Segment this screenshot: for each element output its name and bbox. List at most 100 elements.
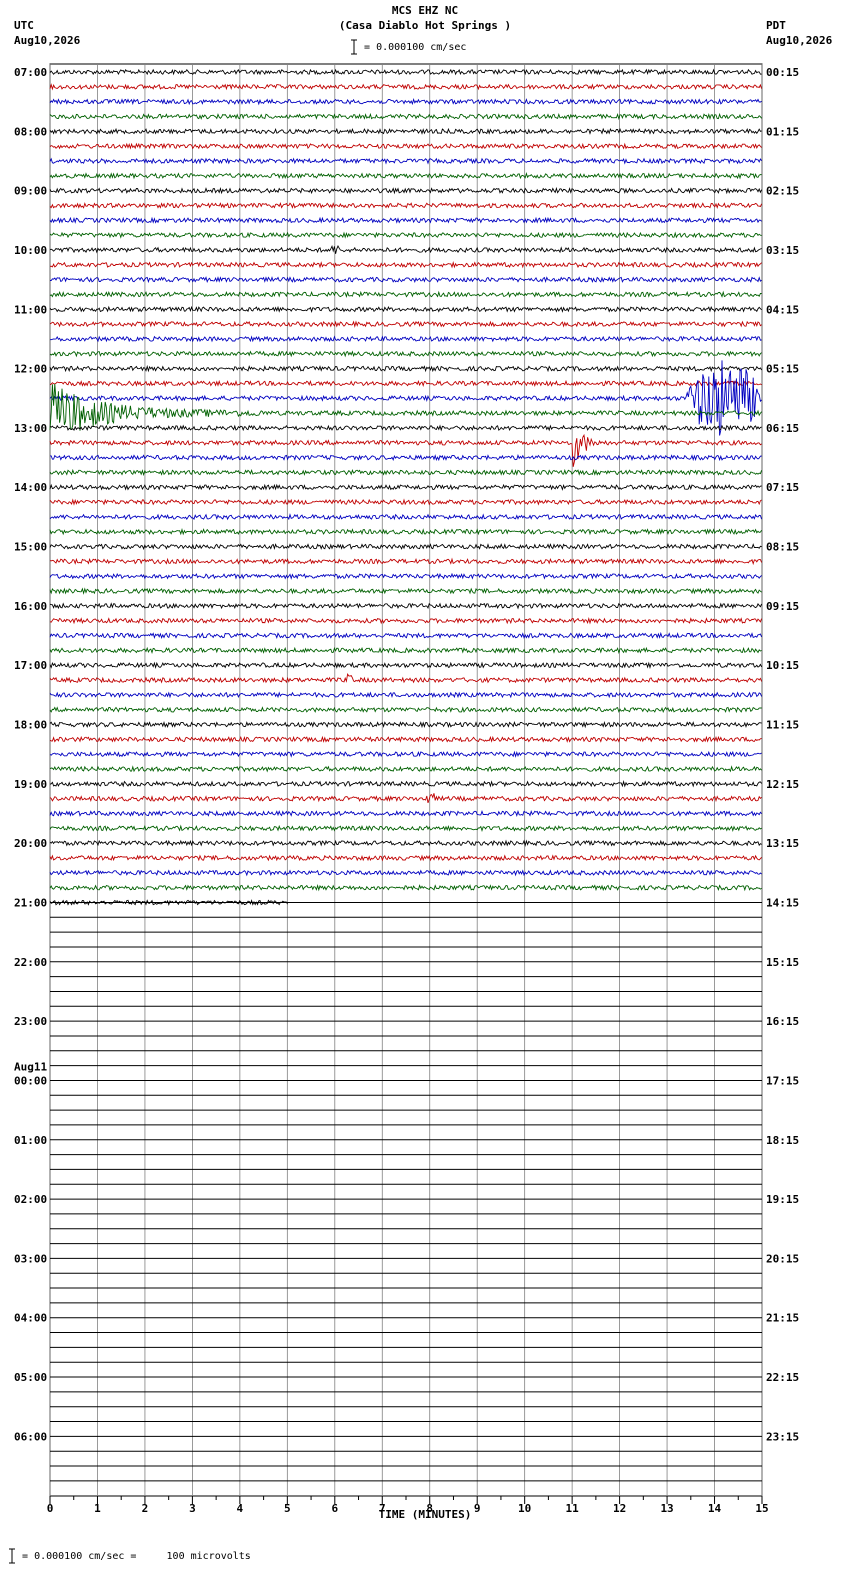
seismic-trace — [49, 68, 762, 76]
utc-hour-label: 15:00 — [14, 541, 47, 554]
seismic-trace — [49, 616, 763, 625]
utc-hour-label: 03:00 — [14, 1252, 47, 1265]
pdt-hour-label: 09:15 — [766, 600, 799, 613]
pdt-hour-label: 10:15 — [766, 659, 799, 672]
trace-lines — [49, 68, 763, 907]
station-title: MCS EHZ NC — [391, 4, 459, 17]
seismic-trace — [49, 513, 763, 521]
left-timezone: UTC — [14, 19, 34, 32]
utc-hour-label: 11:00 — [14, 303, 47, 316]
pdt-hour-label: 05:15 — [766, 363, 799, 376]
pdt-hour-label: 21:15 — [766, 1312, 799, 1325]
pdt-hour-label: 03:15 — [766, 244, 799, 257]
seismic-trace — [49, 631, 763, 640]
seismic-trace — [49, 543, 762, 550]
utc-hour-label: 22:00 — [14, 956, 47, 969]
seismic-trace — [49, 646, 762, 655]
seismic-trace — [49, 261, 762, 269]
utc-hour-label: 02:00 — [14, 1193, 47, 1206]
seismic-trace — [49, 379, 762, 388]
scale-note-text: = 0.000100 cm/sec — [364, 42, 467, 53]
pdt-hour-label: 23:15 — [766, 1430, 799, 1443]
pdt-hour-label: 01:15 — [766, 125, 799, 138]
seismic-trace — [49, 587, 762, 595]
utc-hour-label: 17:00 — [14, 659, 47, 672]
seismic-trace — [49, 142, 762, 150]
time-labels: 07:00 00:15 08:00 01:15 09:00 02:15 10:00 03:15… — [14, 66, 799, 1443]
pdt-hour-label: 02:15 — [766, 185, 799, 198]
seismic-trace — [49, 350, 762, 358]
pdt-hour-label: 14:15 — [766, 896, 799, 909]
seismic-trace — [49, 424, 762, 432]
pdt-hour-label: 00:15 — [766, 66, 799, 79]
seismic-trace — [50, 335, 762, 343]
seismic-trace — [49, 157, 762, 165]
utc-hour-label: 14:00 — [14, 481, 47, 494]
pdt-hour-label: 19:15 — [766, 1193, 799, 1206]
utc-hour-label: 05:00 — [14, 1371, 47, 1384]
seismic-trace — [49, 869, 762, 877]
seismic-trace — [49, 765, 762, 773]
footer-scale: = 0.000100 cm/sec = 100 microvolts — [4, 1548, 251, 1564]
utc-hour-label: 23:00 — [14, 1015, 47, 1028]
pdt-hour-label: 04:15 — [766, 303, 799, 316]
seismic-trace — [49, 112, 762, 121]
utc-hour-label: 06:00 — [14, 1430, 47, 1443]
seismic-trace — [49, 98, 762, 106]
seismic-trace — [49, 557, 763, 566]
seismic-trace — [49, 809, 762, 817]
utc-hour-label: 07:00 — [14, 66, 47, 79]
right-date: Aug10,2026 — [766, 34, 833, 47]
utc-hour-label: 10:00 — [14, 244, 47, 257]
seismic-trace — [49, 527, 762, 536]
utc-hour-label: 09:00 — [14, 185, 47, 198]
seismic-trace — [49, 735, 762, 743]
seismic-trace — [49, 202, 763, 209]
seismic-trace — [49, 720, 762, 729]
scale-note: = 0.000100 cm/sec — [350, 39, 466, 55]
pdt-hour-label: 12:15 — [766, 778, 799, 791]
seismic-trace — [49, 483, 762, 491]
seismic-trace — [49, 383, 762, 431]
pdt-hour-label: 20:15 — [766, 1252, 799, 1265]
seismic-trace — [49, 706, 762, 714]
seismic-trace — [49, 854, 762, 862]
seismic-trace — [49, 83, 763, 91]
seismic-trace — [49, 780, 762, 788]
seismic-trace — [49, 360, 762, 436]
seismic-trace — [49, 572, 762, 580]
utc-hour-label: 01:00 — [14, 1134, 47, 1147]
pdt-hour-label: 18:15 — [766, 1134, 799, 1147]
utc-hour-label: 00:00 — [14, 1074, 47, 1087]
utc-hour-label: 08:00 — [14, 125, 47, 138]
seismic-trace — [49, 750, 762, 758]
seismic-trace — [49, 793, 762, 804]
pdt-hour-label: 07:15 — [766, 481, 799, 494]
pdt-hour-label: 06:15 — [766, 422, 799, 435]
station-subtitle: (Casa Diablo Hot Springs ) — [338, 19, 512, 32]
footer-scale-bar-icon — [9, 1548, 15, 1564]
seismic-trace — [49, 433, 762, 467]
pdt-hour-label: 08:15 — [766, 541, 799, 554]
right-timezone: PDT — [766, 19, 786, 32]
seismic-trace — [49, 661, 763, 670]
seismic-trace — [49, 839, 762, 847]
utc-hour-label: 19:00 — [14, 778, 47, 791]
utc-hour-label: 13:00 — [14, 422, 47, 435]
seismic-trace — [49, 824, 762, 833]
utc-hour-label: 18:00 — [14, 719, 47, 732]
x-axis-label: TIME (MINUTES) — [378, 1508, 472, 1521]
seismic-trace — [49, 602, 763, 610]
utc-hour-label: 20:00 — [14, 837, 47, 850]
pdt-hour-label: 15:15 — [766, 956, 799, 969]
seismic-trace — [49, 216, 762, 224]
utc-hour-label: 16:00 — [14, 600, 47, 613]
pdt-hour-label: 17:15 — [766, 1074, 799, 1087]
seismic-trace — [50, 276, 762, 284]
footer-scale-text: = 0.000100 cm/sec = 100 microvolts — [22, 1551, 251, 1562]
pdt-hour-label: 13:15 — [766, 837, 799, 850]
seismic-trace — [49, 244, 762, 254]
utc-hour-label: 12:00 — [14, 363, 47, 376]
seismic-trace — [49, 883, 762, 892]
seismic-trace — [49, 305, 762, 313]
